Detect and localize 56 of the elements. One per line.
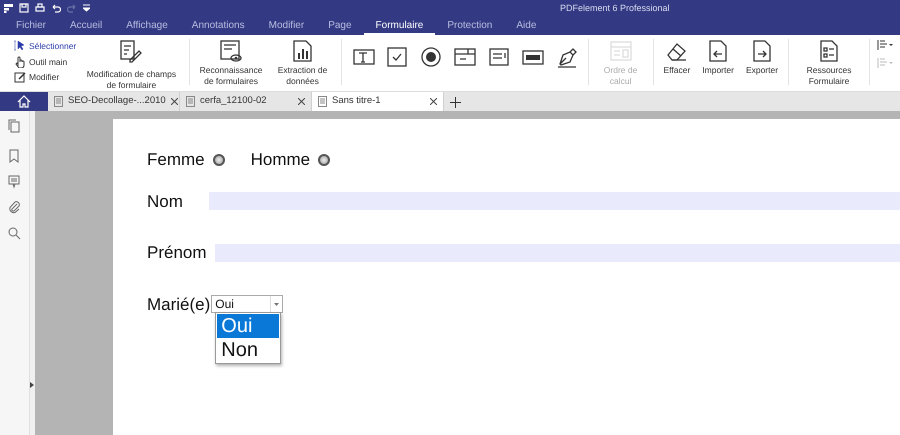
undo-icon[interactable]: [51, 3, 61, 13]
app-logo-icon: [4, 4, 13, 12]
ribbon-button[interactable]: Extraction de données: [270, 39, 335, 85]
radio-button[interactable]: [318, 154, 330, 166]
menu-tab[interactable]: Annotations: [180, 16, 257, 35]
customize-icon[interactable]: [83, 4, 90, 12]
checkbox-icon[interactable]: [384, 45, 409, 69]
search-icon[interactable]: [8, 227, 21, 241]
field-label: Marié(e): [147, 294, 210, 316]
menu-tab[interactable]: Affichage: [114, 16, 180, 35]
ribbon-button[interactable]: Exporter: [742, 39, 782, 85]
close-icon[interactable]: [430, 98, 437, 105]
document-icon: [54, 96, 63, 107]
radio-button-icon[interactable]: [418, 45, 443, 69]
tool-button[interactable]: Outil main: [14, 54, 76, 70]
menu-tab[interactable]: Accueil: [58, 16, 114, 35]
close-icon[interactable]: [170, 98, 178, 105]
dropdown-option[interactable]: Oui: [217, 314, 280, 338]
dropdown-option[interactable]: Non: [217, 338, 280, 362]
print-icon[interactable]: [35, 3, 45, 13]
hand-icon: [14, 55, 26, 68]
home-icon: [17, 95, 31, 108]
window-title: PDFelement 6 Professional: [560, 2, 670, 15]
radio-button[interactable]: [212, 154, 225, 166]
field-label: Femme: [147, 149, 205, 171]
comment-icon[interactable]: [8, 175, 21, 189]
home-tab[interactable]: [0, 92, 48, 111]
attachment-icon[interactable]: [8, 201, 21, 215]
field-label: Nom: [147, 190, 183, 212]
add-tab-icon[interactable]: [450, 97, 461, 108]
tool-button[interactable]: Sélectionner: [14, 39, 76, 54]
ribbon-button[interactable]: Effacer: [660, 39, 694, 85]
menu-tab[interactable]: Fichier: [4, 16, 58, 35]
document-tab[interactable]: Sans titre-1: [312, 92, 444, 111]
ribbon-button[interactable]: Reconnaissance de formulaires: [196, 39, 266, 85]
menu-tab[interactable]: Modifier: [256, 16, 316, 35]
edit-icon: [14, 70, 26, 84]
close-icon[interactable]: [298, 98, 305, 105]
pages-icon[interactable]: [8, 119, 21, 133]
ribbon-button[interactable]: Importer: [698, 39, 738, 85]
menu-tab[interactable]: Page: [316, 16, 364, 35]
menu-tab[interactable]: Aide: [504, 16, 548, 35]
ribbon-button[interactable]: Ressources Formulaire: [795, 39, 863, 85]
field-label: Homme: [250, 149, 310, 171]
bookmark-icon[interactable]: [8, 149, 21, 163]
save-icon[interactable]: [19, 3, 29, 13]
menu-tab[interactable]: Protection: [435, 16, 504, 35]
caret-icon: [274, 302, 280, 306]
tool-button[interactable]: Modifier: [14, 70, 76, 85]
form-edit-icon: [118, 39, 144, 65]
select-cursor-icon: [14, 40, 26, 54]
align-dropdown-icon[interactable]: [876, 39, 894, 51]
document-icon: [318, 96, 327, 107]
expand-arrow-icon[interactable]: [30, 382, 34, 388]
document-icon: [186, 96, 195, 107]
field-label: Prénom: [147, 242, 207, 264]
